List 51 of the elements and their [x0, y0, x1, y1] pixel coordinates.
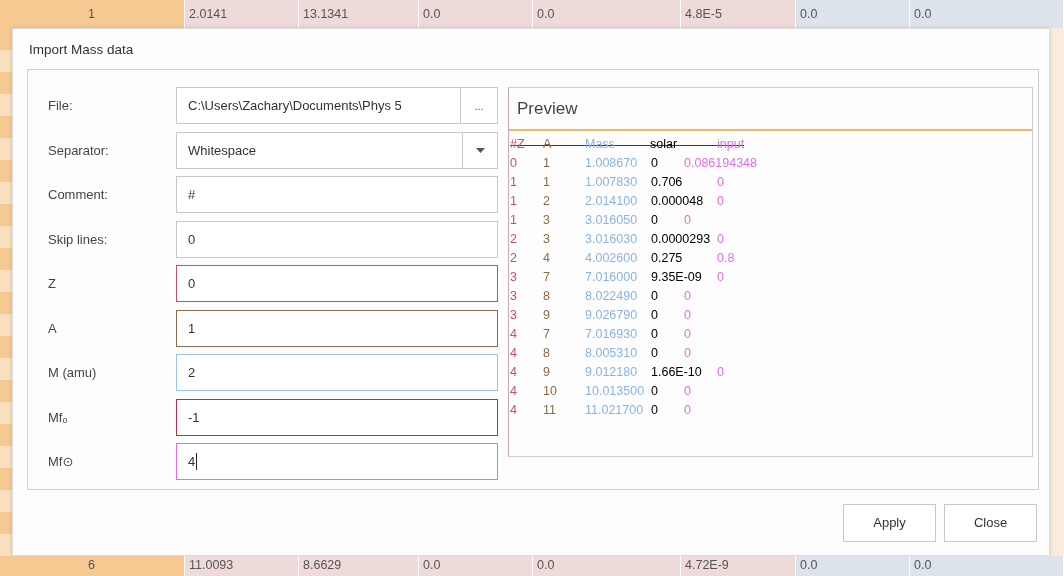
field-label: Z — [48, 276, 57, 292]
text-field[interactable]: -1 — [176, 398, 498, 436]
text-field[interactable]: 1 — [176, 309, 498, 347]
dialog-button[interactable]: Close — [944, 503, 1037, 542]
text-field[interactable]: # — [176, 176, 498, 214]
table-cell: 0.0 — [419, 556, 533, 576]
text-field[interactable]: 4 — [176, 443, 498, 481]
preview-line: 3 9 9.026790 0 0 — [510, 307, 692, 324]
table-cell: 11.0093 — [185, 556, 299, 576]
table-cell: 0.0 — [796, 0, 910, 28]
preview-line: 2 4 4.002600 0.275 0.8 — [510, 250, 736, 267]
dialog-button[interactable]: Apply — [843, 503, 936, 542]
text-field[interactable]: 2 — [176, 354, 498, 392]
table-cell: 8.6629 — [299, 556, 419, 576]
table-cell: 0.0 — [910, 556, 1064, 576]
table-cell: 0.0 — [533, 556, 681, 576]
preview-line: 1 1 1.007830 0.706 0 — [510, 174, 725, 191]
text-field[interactable]: 0 — [176, 220, 498, 258]
preview-line: 1 2 2.014100 0.000048 0 — [510, 193, 725, 210]
table-cell: 0.0 — [910, 0, 1064, 28]
table-cell: 4.72E-9 — [681, 556, 796, 576]
field-label: Mfₒ — [48, 409, 69, 425]
preview-line: 4 7 7.016930 0 0 — [510, 326, 692, 343]
field-label: Skip lines: — [48, 231, 109, 247]
preview-line: 3 7 7.016000 9.35E-09 0 — [510, 269, 725, 286]
preview-line: 4 8 8.005310 0 0 — [510, 345, 692, 362]
table-cell: 0.0 — [419, 0, 533, 28]
preview-line: 2 3 3.016030 0.0000293 0 — [510, 231, 725, 248]
preview-title: Preview — [509, 88, 1032, 131]
table-cell: 0.0 — [533, 0, 681, 28]
table-cell: 4.8E-5 — [681, 0, 796, 28]
field-label: Mf⊙ — [48, 454, 75, 470]
field-label: A — [48, 320, 58, 336]
preview-line: 1 3 3.016050 0 0 — [510, 212, 692, 229]
text-field[interactable]: 0 — [176, 265, 498, 303]
dialog-title: Import Mass data — [28, 41, 135, 59]
preview-line: 0 1 1.008670 0 0.086194348 — [510, 155, 758, 172]
field-label: Separator: — [48, 142, 110, 158]
preview-line: 4 9 9.012180 1.66E-10 0 — [510, 364, 725, 381]
preview-line: 4 11 11.021700 0 0 — [510, 402, 692, 419]
table-cell: 6 — [0, 556, 185, 576]
preview-line: 3 8 8.022490 0 0 — [510, 288, 692, 305]
field-label: Comment: — [48, 187, 109, 203]
table-cell: 0.0 — [796, 556, 910, 576]
dropdown-arrow-icon[interactable] — [475, 147, 485, 153]
table-cell: 1 — [0, 0, 185, 28]
field-label: File: — [48, 98, 74, 114]
table-cell: 13.1341 — [299, 0, 419, 28]
table-cell: 2.0141 — [185, 0, 299, 28]
field-label: M (amu) — [48, 365, 98, 381]
preview-line: 4 10 10.013500 0 0 — [510, 383, 692, 400]
